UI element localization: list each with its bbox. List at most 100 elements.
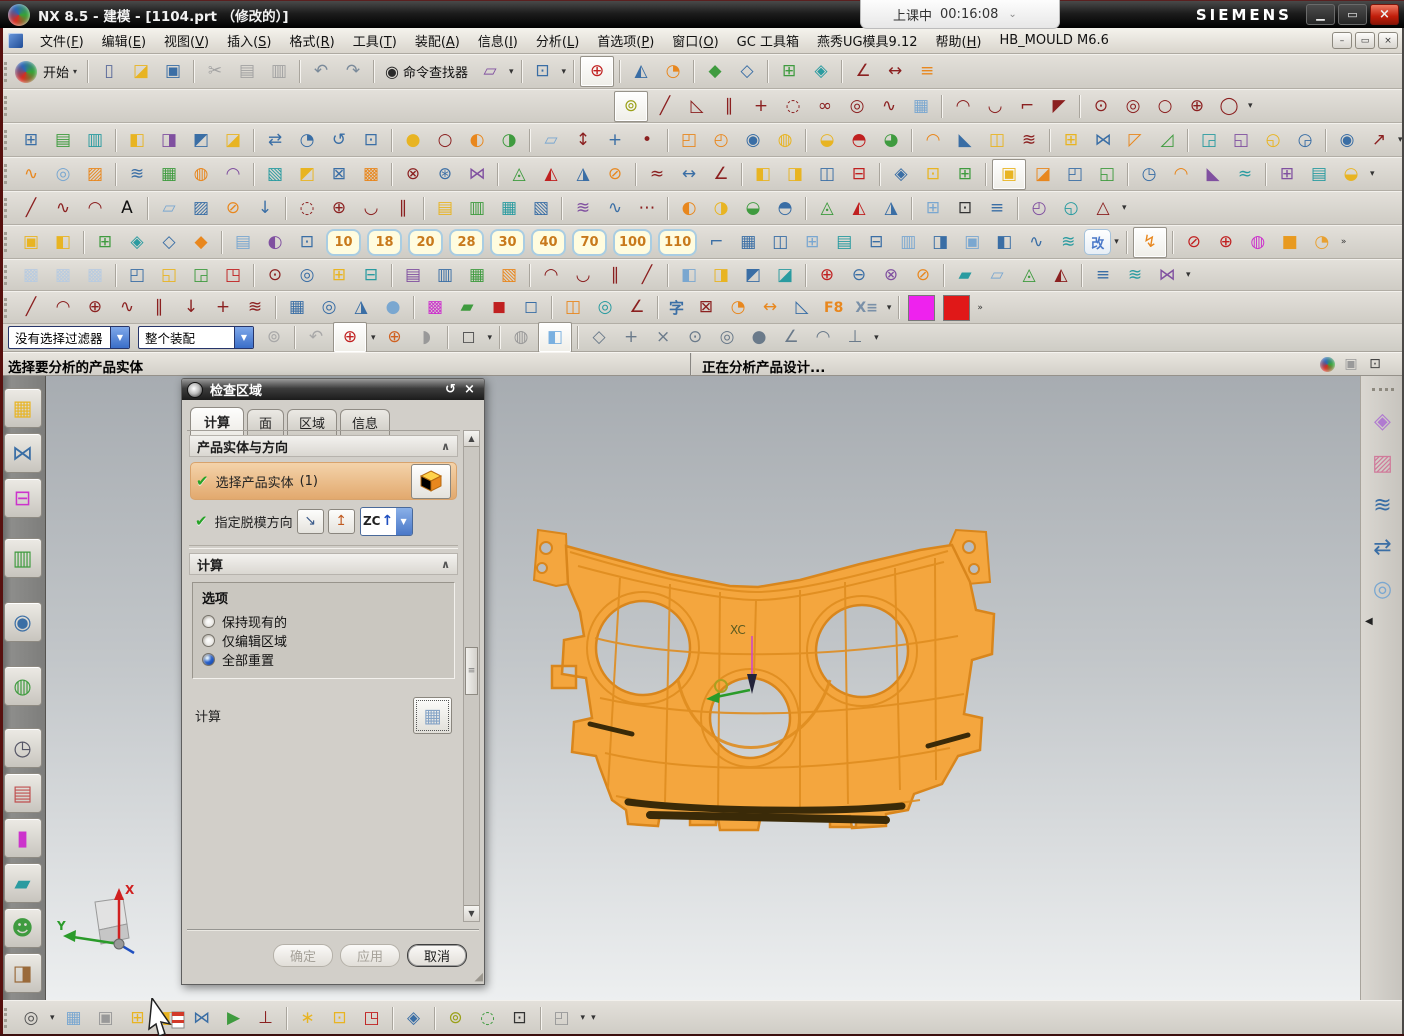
- surface-1-button[interactable]: ◐: [674, 195, 704, 222]
- waves-button[interactable]: ≋: [1120, 262, 1150, 289]
- dialog-close-button[interactable]: ×: [460, 381, 479, 398]
- drafting-arc-button[interactable]: ◠: [48, 294, 78, 321]
- helix-2-button[interactable]: ≋: [240, 294, 270, 321]
- doc-restore-button[interactable]: ▭: [1355, 32, 1375, 49]
- global-shaping-button[interactable]: ≈: [1230, 161, 1260, 188]
- panel-1-button[interactable]: ▤: [398, 262, 428, 289]
- view-layout-button[interactable]: ⊞: [16, 127, 46, 154]
- parallel-lines-button[interactable]: ∥: [600, 262, 630, 289]
- mesh-surface-button[interactable]: ▦: [154, 161, 184, 188]
- filter-target-button[interactable]: ⊕: [1211, 229, 1241, 256]
- tube-button[interactable]: ◎: [48, 161, 78, 188]
- resize-grip[interactable]: ◢: [475, 970, 483, 983]
- law-curve-button[interactable]: ≋: [568, 195, 598, 222]
- axis-combo[interactable]: ZC↑ ▼: [360, 507, 413, 536]
- box-primitive-button[interactable]: ▦: [282, 294, 312, 321]
- arc-complement-button[interactable]: ◡: [980, 93, 1010, 120]
- overflow-arrow-icon[interactable]: ▾: [581, 1013, 586, 1023]
- menu-E[interactable]: 编辑(E): [93, 31, 155, 50]
- move-component-button[interactable]: ◈: [1367, 406, 1399, 438]
- close-button[interactable]: ×: [1370, 4, 1399, 25]
- menu-P[interactable]: 首选项(P): [588, 31, 663, 50]
- swatch-red-button[interactable]: [943, 295, 970, 321]
- overflow-arrow-icon[interactable]: ▾: [509, 67, 514, 77]
- trim-body-button[interactable]: ◸: [1120, 127, 1150, 154]
- overflow-arrow-icon[interactable]: ▾: [874, 333, 879, 343]
- circle-2pt-button[interactable]: ◎: [1118, 93, 1148, 120]
- minimize-button[interactable]: ▁: [1306, 4, 1335, 25]
- pipe-2-button[interactable]: ◎: [590, 294, 620, 321]
- hd3d-tool-button[interactable]: ◈: [806, 58, 836, 85]
- sketch-spline-button[interactable]: ∿: [874, 93, 904, 120]
- edit-curve-button[interactable]: ╱: [16, 195, 46, 222]
- surface-4-button[interactable]: ◓: [770, 195, 800, 222]
- macro-record-button[interactable]: ◴: [1024, 195, 1054, 222]
- menu-H[interactable]: 帮助(H): [927, 31, 991, 50]
- select-product-body-row[interactable]: ✔ 选择产品实体 (1): [190, 462, 457, 500]
- visibility-eye-button[interactable]: ◉: [1332, 127, 1362, 154]
- project-curve-button[interactable]: ↓: [250, 195, 280, 222]
- surface-display-button[interactable]: ◔: [1307, 229, 1337, 256]
- split-body-button[interactable]: ◿: [1152, 127, 1182, 154]
- grid-snap-c-button[interactable]: ▩: [80, 262, 110, 289]
- menu-S[interactable]: 插入(S): [218, 31, 280, 50]
- assembly-sequence-button[interactable]: ▶: [219, 1005, 249, 1032]
- toolbar-handle[interactable]: [4, 130, 10, 150]
- shaded-select-button[interactable]: ◍: [506, 324, 536, 351]
- color-grid-button[interactable]: ▩: [420, 294, 450, 321]
- status-gray-button[interactable]: ▣: [1340, 354, 1362, 374]
- op-minus-button[interactable]: ⊖: [844, 262, 874, 289]
- hole-button[interactable]: ◉: [738, 127, 768, 154]
- replace-face-button[interactable]: ◫: [812, 161, 842, 188]
- mirror-feature-button[interactable]: ⋈: [1088, 127, 1118, 154]
- scale-body-button[interactable]: ◱: [1226, 127, 1256, 154]
- zoom-view-button[interactable]: ◔: [292, 127, 322, 154]
- menu-燕秀UG模具9.12[interactable]: 燕秀UG模具9.12: [808, 31, 927, 50]
- radio-icon[interactable]: [202, 653, 215, 666]
- circle-tangent-button[interactable]: ⊕: [1182, 93, 1212, 120]
- wave-geometry-linker-button[interactable]: ◈: [399, 1005, 429, 1032]
- chevron-down-icon[interactable]: ▼: [110, 327, 129, 348]
- paste-button[interactable]: ▥: [264, 58, 294, 85]
- frame-1-button[interactable]: ◰: [122, 262, 152, 289]
- measure-distance-button[interactable]: ↔: [880, 58, 910, 85]
- measure-angle-button[interactable]: ∠: [848, 58, 878, 85]
- delete-face-button[interactable]: ⊟: [844, 161, 874, 188]
- check-regions-button[interactable]: ◰: [1060, 161, 1090, 188]
- panel-4-button[interactable]: ▧: [494, 262, 524, 289]
- datum-plane-button[interactable]: ▱: [536, 127, 566, 154]
- electrode-spark-button[interactable]: ↯: [1133, 227, 1167, 258]
- toolbar-handle[interactable]: [1372, 388, 1394, 394]
- white-box-button[interactable]: ◻: [516, 294, 546, 321]
- format-x-button[interactable]: ⊠: [691, 294, 721, 321]
- dim-linear-2-button[interactable]: ↔: [755, 294, 785, 321]
- cell-add-button[interactable]: ⊞: [324, 262, 354, 289]
- center-mark-button[interactable]: ⊕: [80, 294, 110, 321]
- surface-3-button[interactable]: ◒: [738, 195, 768, 222]
- swept-button[interactable]: ◠: [218, 161, 248, 188]
- grid-tool-button[interactable]: ⊞: [918, 195, 948, 222]
- radio-edit-region-only[interactable]: 仅编辑区域: [202, 631, 445, 650]
- bar-hollow-button[interactable]: ▱: [982, 262, 1012, 289]
- num-10-button[interactable]: 10: [326, 229, 361, 256]
- analysis-1-button[interactable]: ◬: [812, 195, 842, 222]
- circle-concentric-button[interactable]: ◯: [1214, 93, 1244, 120]
- sketch-circle-dashed-button[interactable]: ◌: [778, 93, 808, 120]
- assembly-constraints-button[interactable]: ⊥: [251, 1005, 281, 1032]
- dialog-title-bar[interactable]: 检查区域 ↺ ×: [182, 379, 484, 400]
- class-timer-overlay[interactable]: 上课中 00:16:08 ⌄: [860, 0, 1060, 29]
- copy-button[interactable]: ▤: [232, 58, 262, 85]
- scroll-down-arrow[interactable]: ▼: [464, 905, 479, 921]
- diagonal-line-button[interactable]: ╱: [632, 262, 662, 289]
- raster-image-button[interactable]: ▨: [186, 195, 216, 222]
- toolbar-handle[interactable]: [4, 198, 10, 218]
- point-dialog-button[interactable]: ↥: [328, 509, 355, 534]
- num-20-button[interactable]: 20: [408, 229, 443, 256]
- section-calculate[interactable]: 计算 ∧: [189, 553, 458, 575]
- macro-play-button[interactable]: ◵: [1056, 195, 1086, 222]
- sketch-polyline-button[interactable]: ◺: [682, 93, 712, 120]
- selection-scope-combo[interactable]: 整个装配 ▼: [138, 326, 254, 349]
- table-tool-button[interactable]: ▦: [733, 229, 763, 256]
- toolbar-handle[interactable]: [4, 232, 10, 252]
- text-tool-button[interactable]: A: [112, 195, 142, 222]
